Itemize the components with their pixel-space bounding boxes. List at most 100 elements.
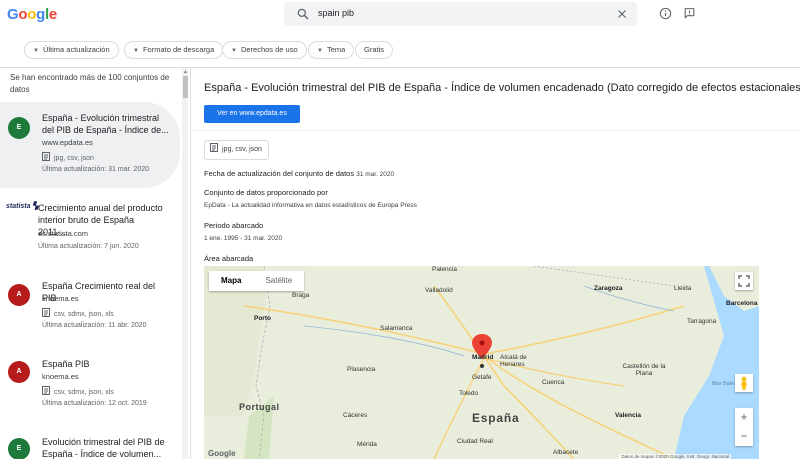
map-label-cuenca: Cuenca (542, 379, 565, 386)
map-label-palencia: Palencia (432, 266, 457, 273)
result-source: knoema.es (42, 294, 79, 303)
result-updated: Última actualización: 12 oct. 2019 (42, 400, 147, 407)
area-label: Área abarcada (204, 254, 254, 263)
map-label-ciudad-real: Ciudad Real (457, 438, 493, 445)
search-icon[interactable] (296, 7, 310, 21)
zoom-out-button[interactable]: − (735, 427, 753, 446)
info-icon[interactable] (659, 7, 672, 20)
chevron-down-icon: ▼ (33, 48, 39, 54)
dataset-title: España - Evolución trimestral del PIB de… (204, 82, 800, 94)
result-title[interactable]: España - Evolución trimestral del PIB de… (42, 112, 170, 136)
format-badge: jpg, csv, json (204, 140, 269, 160)
divider (192, 130, 800, 131)
map-label-madrid: Madrid (472, 354, 494, 361)
result-count: Se han encontrado más de 100 conjuntos d… (10, 73, 170, 94)
map-label-tarragona: Tarragona (687, 318, 717, 325)
fullscreen-icon (738, 275, 750, 287)
map-attribution[interactable]: Datos de mapas ©2020 Google, Inst. Geogr… (619, 454, 731, 459)
scroll-thumb[interactable] (183, 76, 188, 98)
zoom-in-button[interactable]: + (735, 408, 753, 427)
scrollbar[interactable]: ▲ (182, 68, 188, 459)
dataset-detail: España - Evolución trimestral del PIB de… (192, 68, 800, 459)
avatar: A (8, 361, 30, 383)
map-type-toggle: Mapa Satélite (209, 271, 305, 291)
chevron-down-icon: ▼ (317, 48, 323, 54)
map-canvas (204, 266, 759, 459)
result-item[interactable]: A España Crecimiento real del PIB knoema… (0, 276, 180, 338)
result-item[interactable]: A España PIB knoema.es csv, sdmx, json, … (0, 356, 180, 416)
filter-bar: ▼ Última actualización ▼ Formato de descar… (0, 30, 800, 68)
fullscreen-button[interactable] (735, 272, 753, 290)
map-label-toledo: Toledo (459, 390, 479, 397)
zoom-controls: + − (735, 408, 753, 446)
map-tab-map[interactable]: Mapa (209, 271, 253, 291)
results-list: Se han encontrado más de 100 conjuntos d… (0, 68, 188, 459)
result-source: www.epdata.es (42, 138, 93, 147)
result-item[interactable]: statista ▚ Crecimiento anual del product… (0, 196, 180, 260)
avatar: E (8, 117, 30, 139)
pane-divider (190, 68, 191, 459)
chevron-down-icon: ▼ (231, 48, 237, 54)
map-label-valencia: Valencia (615, 412, 642, 419)
map-label-braga: Braga (292, 292, 310, 299)
result-title[interactable]: España PIB (42, 358, 170, 370)
street-view-button[interactable] (735, 374, 753, 392)
result-formats: csv, sdmx, json, xls (42, 386, 114, 396)
result-title[interactable]: Evolución trimestral del PIB de España -… (42, 436, 170, 459)
result-item[interactable]: E Evolución trimestral del PIB de España… (0, 434, 180, 459)
filter-topic[interactable]: ▼ Tema (308, 41, 355, 59)
updated-label: Fecha de actualización del conjunto de d… (204, 169, 395, 178)
period-value: 1 ene. 1995 - 31 mar. 2020 (204, 235, 283, 242)
result-item[interactable]: E España - Evolución trimestral del PIB … (0, 102, 180, 188)
document-icon (42, 386, 50, 395)
statista-logo: statista ▚ (6, 203, 38, 210)
coverage-map[interactable]: Palencia Braga Valladolid Zaragoza Lleid… (204, 266, 759, 459)
map-label-barcelona: Barcelona (726, 300, 758, 307)
avatar: E (8, 438, 30, 459)
document-icon (42, 308, 50, 317)
result-source: es.statista.com (38, 229, 89, 238)
map-label-alcala: Alcalá de Henares (500, 354, 527, 368)
document-icon (210, 143, 218, 152)
filter-download-format[interactable]: ▼ Formato de descarga (124, 41, 224, 59)
map-google-logo: Google (208, 449, 236, 458)
provider-label: Conjunto de datos proporcionado por (204, 188, 328, 197)
map-label-caceres: Cáceres (343, 412, 368, 419)
filter-usage-rights[interactable]: ▼ Derechos de uso (222, 41, 307, 59)
map-label-plasencia: Plasencia (347, 366, 376, 373)
map-label-salamanca: Salamanca (380, 325, 413, 332)
filter-last-updated[interactable]: ▼ Última actualización (24, 41, 119, 59)
result-formats: csv, sdmx, json, xls (42, 308, 114, 318)
google-logo[interactable]: Google (7, 6, 57, 23)
updated-value: 31 mar. 2020 (356, 171, 395, 178)
period-label: Periodo abarcado (204, 221, 264, 230)
map-label-porto: Porto (254, 315, 271, 322)
map-label-espana: España (472, 411, 520, 425)
provider-value: EpData - La actualidad informativa en da… (204, 202, 417, 209)
chevron-down-icon: ▼ (133, 48, 139, 54)
map-label-merida: Mérida (357, 441, 377, 448)
visit-source-button[interactable]: Ver en www.epdata.es (204, 105, 300, 123)
map-label-getafe: Getafe (472, 374, 492, 381)
search-box[interactable]: spain pib (284, 2, 637, 26)
map-label-valladolid: Valladolid (425, 287, 453, 294)
map-tab-satellite[interactable]: Satélite (253, 271, 304, 291)
result-updated: Última actualización: 7 jun. 2020 (38, 243, 139, 250)
document-icon (42, 152, 50, 161)
map-label-albacete: Albacete (553, 449, 579, 456)
map-label-zaragoza: Zaragoza (594, 285, 623, 292)
result-updated: Última actualización: 31 mar. 2020 (42, 166, 149, 173)
filter-free[interactable]: Gratis (355, 41, 394, 59)
result-updated: Última actualización: 11 abr. 2020 (42, 322, 147, 329)
avatar: A (8, 284, 30, 306)
feedback-icon[interactable] (683, 7, 696, 20)
scroll-up-icon[interactable]: ▲ (183, 69, 188, 75)
result-formats: jpg, csv, json (42, 152, 94, 162)
map-label-portugal: Portugal (239, 402, 280, 412)
map-label-castellon: Castellón de la Plana (622, 363, 666, 377)
pegman-icon (741, 376, 747, 390)
result-source: knoema.es (42, 372, 79, 381)
map-label-lleida: Lleida (674, 285, 692, 292)
close-icon[interactable] (615, 7, 629, 21)
search-input[interactable]: spain pib (318, 8, 354, 18)
